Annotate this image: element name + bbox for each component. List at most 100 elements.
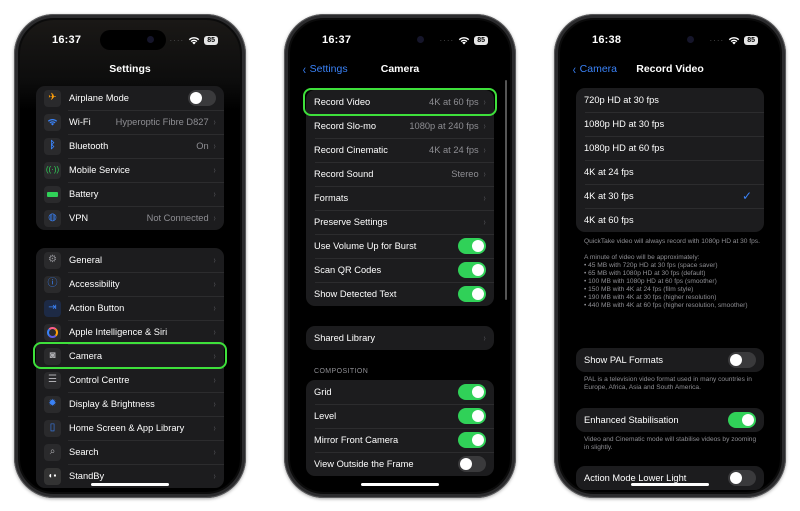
settings-row-mobile-service[interactable]: ((·)) Mobile Service › (36, 158, 224, 182)
chevron-right-icon: › (213, 470, 216, 482)
settings-group-connectivity: ✈ Airplane Mode Wi-Fi Hyperoptic Fibre D… (36, 86, 224, 230)
settings-row-level: Level (306, 404, 494, 428)
settings-row-search[interactable]: ⌕ Search › (36, 440, 224, 464)
chevron-right-icon: › (483, 144, 486, 156)
settings-row-general[interactable]: ⚙ General › (36, 248, 224, 272)
dynamic-island (640, 30, 706, 50)
settings-row-action-button[interactable]: ⇥ Action Button › (36, 296, 224, 320)
screen: 16:38 ···· 85 ‹ Camera Record Video 720p… (558, 18, 782, 494)
signal-icon: ···· (709, 35, 725, 45)
wifi-status-icon (729, 37, 740, 45)
chevron-right-icon: › (213, 164, 216, 176)
chevron-right-icon: › (213, 326, 216, 338)
detected-text-toggle[interactable] (458, 286, 486, 302)
stabilisation-toggle[interactable] (728, 412, 756, 428)
siri-icon (44, 323, 61, 341)
chevron-right-icon: › (483, 120, 486, 132)
settings-row-scan-qr: Scan QR Codes (306, 258, 494, 282)
level-toggle[interactable] (458, 408, 486, 424)
screen: 16:37 ···· 85 ‹ Settings Camera Record V… (288, 18, 512, 494)
antenna-icon: ((·)) (44, 161, 61, 179)
sun-icon: ✹ (44, 395, 61, 413)
chevron-right-icon: › (213, 446, 216, 458)
battery-status-icon: 85 (744, 36, 758, 45)
chevron-right-icon: › (213, 398, 216, 410)
settings-row-record-slomo[interactable]: Record Slo-mo 1080p at 240 fps › (306, 114, 494, 138)
settings-row-record-video[interactable]: Record Video 4K at 60 fps › (306, 90, 494, 114)
format-option[interactable]: 4K at 60 fps (576, 208, 764, 232)
vpn-globe-icon: ◍ (44, 209, 61, 227)
settings-row-stabilisation: Enhanced Stabilisation (576, 408, 764, 432)
phone-record-video: 16:38 ···· 85 ‹ Camera Record Video 720p… (554, 14, 786, 498)
chevron-right-icon: › (213, 422, 216, 434)
pal-toggle[interactable] (728, 352, 756, 368)
home-screen-icon: ▯ (44, 419, 61, 437)
bluetooth-icon: ᛒ (44, 137, 61, 155)
format-option-selected[interactable]: 4K at 30 fps ✓ (576, 184, 764, 208)
settings-row-camera[interactable]: ◙ Camera › (36, 344, 224, 368)
settings-row-battery[interactable]: Battery › (36, 182, 224, 206)
search-icon: ⌕ (44, 443, 61, 461)
action-button-icon: ⇥ (44, 299, 61, 317)
settings-row-bluetooth[interactable]: ᛒ Bluetooth On › (36, 134, 224, 158)
mirror-front-toggle[interactable] (458, 432, 486, 448)
battery-status-icon: 85 (204, 36, 218, 45)
signal-icon: ···· (439, 35, 455, 45)
signal-icon: ···· (169, 35, 185, 45)
settings-row-wifi[interactable]: Wi-Fi Hyperoptic Fibre D827 › (36, 110, 224, 134)
volume-burst-toggle[interactable] (458, 238, 486, 254)
bluetooth-value: On (196, 141, 209, 151)
airplane-mode-toggle[interactable] (188, 90, 216, 106)
nav-bar: Settings (20, 60, 240, 80)
chevron-right-icon: › (213, 374, 216, 386)
nav-bar: ‹ Settings Camera (290, 60, 510, 80)
settings-row-accessibility[interactable]: ⓘ Accessibility › (36, 272, 224, 296)
chevron-right-icon: › (213, 212, 216, 224)
format-option[interactable]: 720p HD at 30 fps (576, 88, 764, 112)
settings-row-display[interactable]: ✹ Display & Brightness › (36, 392, 224, 416)
formats-footer-text: QuickTake video will always record with … (584, 238, 760, 309)
settings-row-record-cinematic[interactable]: Record Cinematic 4K at 24 fps › (306, 138, 494, 162)
chevron-right-icon: › (213, 254, 216, 266)
scan-qr-toggle[interactable] (458, 262, 486, 278)
format-option[interactable]: 4K at 24 fps (576, 160, 764, 184)
gear-icon: ⚙ (44, 251, 61, 269)
chevron-right-icon: › (213, 188, 216, 200)
composition-header: COMPOSITION (314, 368, 369, 375)
settings-row-apple-intelligence[interactable]: Apple Intelligence & Siri › (36, 320, 224, 344)
chevron-right-icon: › (483, 96, 486, 108)
settings-row-vpn[interactable]: ◍ VPN Not Connected › (36, 206, 224, 230)
settings-row-home-screen[interactable]: ▯ Home Screen & App Library › (36, 416, 224, 440)
view-outside-toggle[interactable] (458, 456, 486, 472)
settings-row-preserve-settings[interactable]: Preserve Settings › (306, 210, 494, 234)
settings-row-control-centre[interactable]: ☰ Control Centre › (36, 368, 224, 392)
format-option[interactable]: 1080p HD at 60 fps (576, 136, 764, 160)
scrollbar[interactable] (505, 80, 507, 300)
settings-row-record-sound[interactable]: Record Sound Stereo › (306, 162, 494, 186)
home-indicator (631, 483, 709, 486)
settings-group-general: ⚙ General › ⓘ Accessibility › ⇥ Action B… (36, 248, 224, 488)
nav-bar: ‹ Camera Record Video (560, 60, 780, 80)
page-title: Record Video (636, 63, 704, 75)
standby-icon: ◐▪ (44, 467, 61, 485)
phone-settings: 16:37 ···· 85 Settings ✈ Airplane Mode W… (14, 14, 246, 498)
action-mode-toggle[interactable] (728, 470, 756, 486)
chevron-right-icon: › (213, 302, 216, 314)
settings-row-mirror-front: Mirror Front Camera (306, 428, 494, 452)
settings-row-formats[interactable]: Formats › (306, 186, 494, 210)
status-time: 16:37 (322, 34, 352, 46)
control-centre-icon: ☰ (44, 371, 61, 389)
chevron-right-icon: › (483, 192, 486, 204)
camera-icon: ◙ (44, 347, 61, 365)
format-option[interactable]: 1080p HD at 30 fps (576, 112, 764, 136)
stabilisation-footer-text: Video and Cinematic mode will stabilise … (584, 436, 757, 451)
grid-toggle[interactable] (458, 384, 486, 400)
settings-row-airplane-mode[interactable]: ✈ Airplane Mode (36, 86, 224, 110)
phone-camera-settings: 16:37 ···· 85 ‹ Settings Camera Record V… (284, 14, 516, 498)
pal-footer-text: PAL is a television video format used in… (584, 376, 752, 391)
settings-row-action-mode: Action Mode Lower Light (576, 466, 764, 490)
settings-row-view-outside: View Outside the Frame (306, 452, 494, 476)
shared-library-group: Shared Library › (306, 326, 494, 350)
chevron-right-icon: › (213, 116, 216, 128)
settings-row-shared-library[interactable]: Shared Library › (306, 326, 494, 350)
